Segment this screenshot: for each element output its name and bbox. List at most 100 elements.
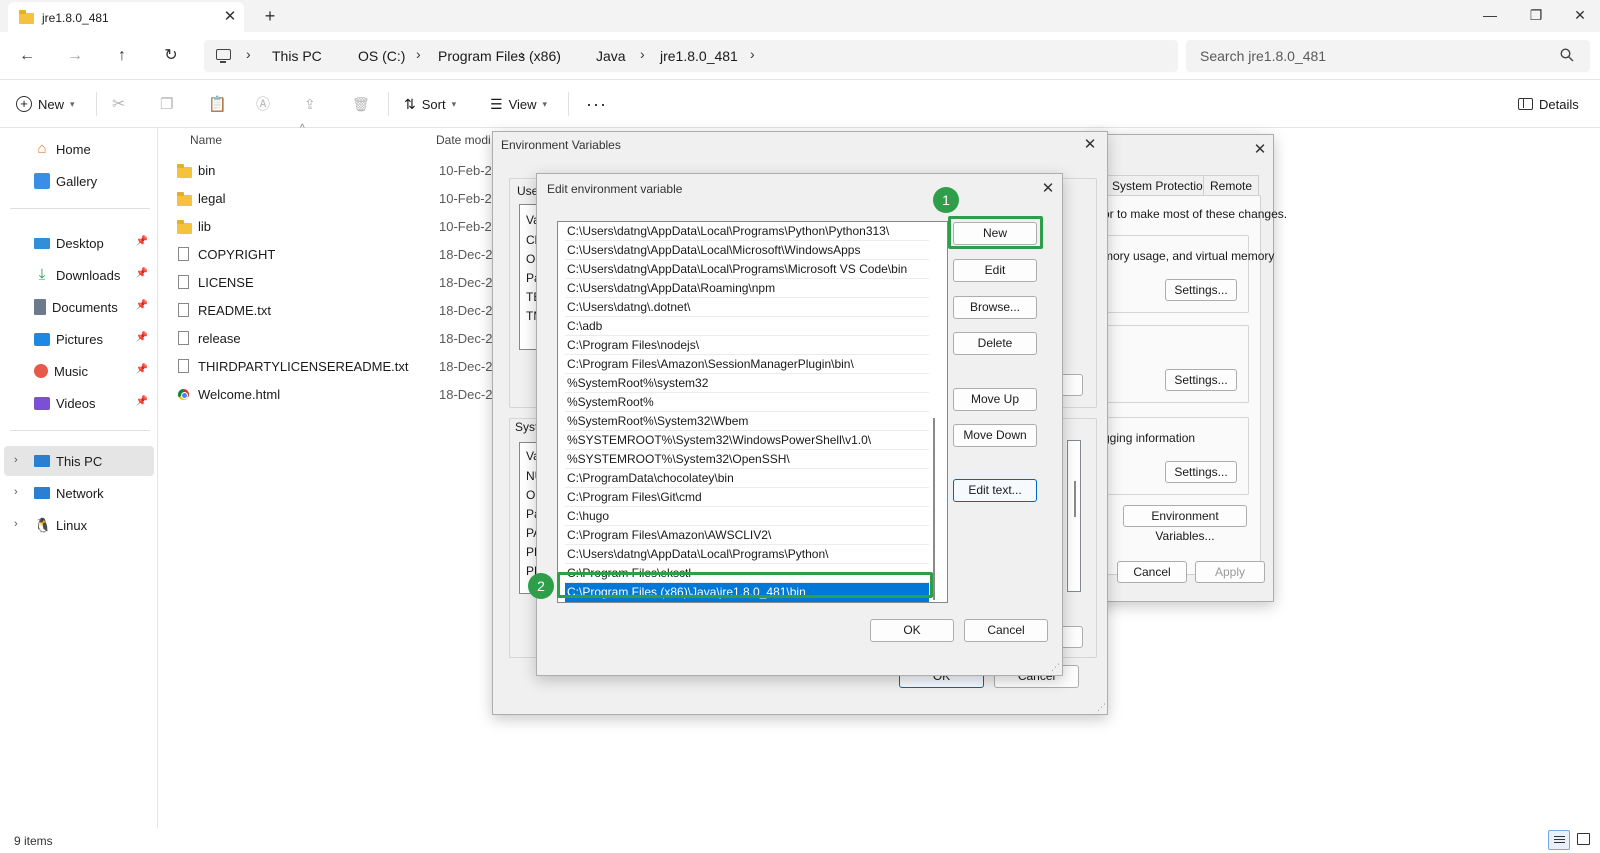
edit-text-button[interactable]: Edit text... (953, 479, 1037, 502)
sidebar-item-gallery[interactable]: Gallery (4, 166, 154, 196)
path-item[interactable]: C:\Users\datng\.dotnet\ (565, 298, 933, 317)
new-button[interactable]: + New ▾ (16, 92, 75, 116)
sidebar-item-music[interactable]: Music 📌 (4, 356, 154, 386)
sidebar-item-desktop[interactable]: Desktop 📌 (4, 228, 154, 258)
sidebar-item-linux[interactable]: › 🐧 Linux (4, 510, 154, 540)
scrollbar-thumb[interactable] (933, 418, 935, 600)
path-item[interactable]: C:\Program Files\Git\cmd (565, 488, 933, 507)
file-row[interactable]: Welcome.html 18-Dec-25 (176, 382, 500, 408)
delete-button[interactable]: Delete (953, 332, 1037, 355)
tab-current-folder[interactable]: jre1.8.0_481 ✕ (8, 2, 244, 32)
path-item[interactable]: C:\Users\datng\AppData\Roaming\npm (565, 279, 933, 298)
breadcrumb-java[interactable]: Java (596, 48, 626, 64)
tab-system-protection[interactable]: System Protection (1105, 175, 1217, 195)
sidebar-item-home[interactable]: ⌂ Home (4, 134, 154, 164)
file-row[interactable]: release 18-Dec-25 (176, 326, 500, 352)
path-item[interactable]: %SYSTEMROOT%\System32\OpenSSH\ (565, 450, 933, 469)
cancel-button[interactable]: Cancel (1117, 561, 1187, 583)
move-up-button[interactable]: Move Up (953, 388, 1037, 411)
chevron-right-icon[interactable]: › (246, 46, 251, 62)
path-item[interactable]: C:\Users\datng\AppData\Local\Programs\Py… (565, 545, 933, 564)
startup-settings-button[interactable]: Settings... (1165, 461, 1237, 483)
apply-button[interactable]: Apply (1195, 561, 1265, 583)
file-row[interactable]: LICENSE 18-Dec-25 (176, 270, 500, 296)
pin-icon[interactable]: 📌 (136, 300, 148, 311)
sidebar-item-pictures[interactable]: Pictures 📌 (4, 324, 154, 354)
close-icon[interactable]: ✕ (1079, 134, 1101, 156)
file-row[interactable]: COPYRIGHT 18-Dec-25 (176, 242, 500, 268)
delete-icon[interactable]: 🗑 (352, 92, 370, 116)
sidebar-item-documents[interactable]: Documents 📌 (4, 292, 154, 322)
details-button[interactable]: Details (1518, 92, 1579, 116)
tab-remote[interactable]: Remote (1203, 175, 1260, 195)
path-item[interactable]: C:\Users\datng\AppData\Local\Programs\Mi… (565, 260, 933, 279)
refresh-icon[interactable]: ↻ (157, 42, 185, 70)
edit-button[interactable]: Edit (953, 259, 1037, 282)
path-item[interactable]: C:\Users\datng\AppData\Local\Programs\Py… (565, 222, 933, 241)
path-item[interactable]: %SystemRoot%\system32 (565, 374, 933, 393)
path-item[interactable]: C:\Program Files\nodejs\ (565, 336, 933, 355)
breadcrumb-jre[interactable]: jre1.8.0_481 (660, 48, 738, 64)
breadcrumb-this-pc[interactable]: This PC (272, 48, 322, 64)
move-down-button[interactable]: Move Down (953, 424, 1037, 447)
path-item[interactable]: C:\adb (565, 317, 933, 336)
cut-icon[interactable]: ✂ (112, 92, 125, 116)
address-bar[interactable]: › This PC › OS (C:) › Program Files (x86… (204, 40, 1178, 72)
breadcrumb-program-files[interactable]: Program Files (x86) (438, 48, 561, 64)
column-header-name[interactable]: Name (190, 133, 222, 147)
rename-icon[interactable]: Ⓐ (256, 92, 270, 116)
close-icon[interactable]: ✕ (1249, 139, 1271, 161)
path-item[interactable]: C:\ProgramData\chocolatey\bin (565, 469, 933, 488)
chevron-right-icon[interactable]: › (14, 518, 18, 530)
path-list[interactable]: C:\Users\datng\AppData\Local\Programs\Py… (557, 221, 948, 603)
column-header-date[interactable]: Date modi (436, 133, 491, 147)
path-item[interactable]: %SYSTEMROOT%\System32\WindowsPowerShell\… (565, 431, 933, 450)
forward-icon[interactable]: → (61, 42, 89, 70)
file-row[interactable]: lib 10-Feb-26 (176, 214, 499, 240)
performance-settings-button[interactable]: Settings... (1165, 279, 1237, 301)
back-icon[interactable]: ← (13, 42, 41, 70)
cancel-button[interactable]: Cancel (964, 619, 1048, 642)
sidebar-item-downloads[interactable]: ⤓ Downloads 📌 (4, 260, 154, 290)
more-options-icon[interactable]: ··· (586, 92, 607, 116)
path-item[interactable]: %SystemRoot% (565, 393, 933, 412)
path-item[interactable]: C:\Program Files\Amazon\SessionManagerPl… (565, 355, 933, 374)
browse-button[interactable]: Browse... (953, 296, 1037, 319)
minimize-icon[interactable]: — (1470, 4, 1510, 28)
tiles-view-icon[interactable] (1577, 833, 1590, 845)
file-row[interactable]: README.txt 18-Dec-25 (176, 298, 500, 324)
resize-grip-icon[interactable]: ⋰ (1097, 702, 1106, 713)
scrollbar[interactable] (1067, 440, 1081, 592)
resize-grip-icon[interactable]: ⋰ (1051, 662, 1060, 673)
maximize-icon[interactable]: ❐ (1516, 4, 1556, 28)
search-input[interactable]: Search jre1.8.0_481 (1186, 40, 1590, 72)
new-tab-icon[interactable]: + (258, 6, 282, 28)
close-tab-icon[interactable]: ✕ (220, 7, 240, 27)
close-icon[interactable]: ✕ (1037, 178, 1059, 200)
breadcrumb-drive[interactable]: OS (C:) (358, 48, 405, 64)
sidebar-item-videos[interactable]: Videos 📌 (4, 388, 154, 418)
details-view-icon[interactable] (1548, 830, 1570, 850)
user-profiles-settings-button[interactable]: Settings... (1165, 369, 1237, 391)
pin-icon[interactable]: 📌 (136, 268, 148, 279)
chevron-right-icon[interactable]: › (416, 46, 421, 62)
up-icon[interactable]: ↑ (108, 42, 136, 70)
view-button[interactable]: ☰ View ▾ (490, 92, 547, 116)
pin-icon[interactable]: 📌 (136, 332, 148, 343)
environment-variables-button[interactable]: Environment Variables... (1123, 505, 1247, 543)
share-icon[interactable]: ⇪ (304, 92, 316, 116)
copy-icon[interactable]: ❐ (160, 92, 173, 116)
chevron-right-icon[interactable]: › (640, 46, 645, 62)
paste-icon[interactable]: 📋 (208, 92, 227, 116)
sort-button[interactable]: ⇅ Sort ▾ (404, 92, 456, 116)
sidebar-item-this-pc[interactable]: › This PC (4, 446, 154, 476)
sidebar-item-network[interactable]: › Network (4, 478, 154, 508)
scrollbar[interactable] (929, 222, 947, 602)
ok-button[interactable]: OK (870, 619, 954, 642)
file-row[interactable]: THIRDPARTYLICENSEREADME.txt 18-Dec-25 (176, 354, 500, 380)
close-window-icon[interactable]: ✕ (1560, 4, 1600, 28)
path-item[interactable]: C:\Program Files\Amazon\AWSCLIV2\ (565, 526, 933, 545)
search-icon[interactable] (1560, 48, 1574, 62)
path-item[interactable]: C:\Users\datng\AppData\Local\Microsoft\W… (565, 241, 933, 260)
file-row[interactable]: legal 10-Feb-26 (176, 186, 499, 212)
